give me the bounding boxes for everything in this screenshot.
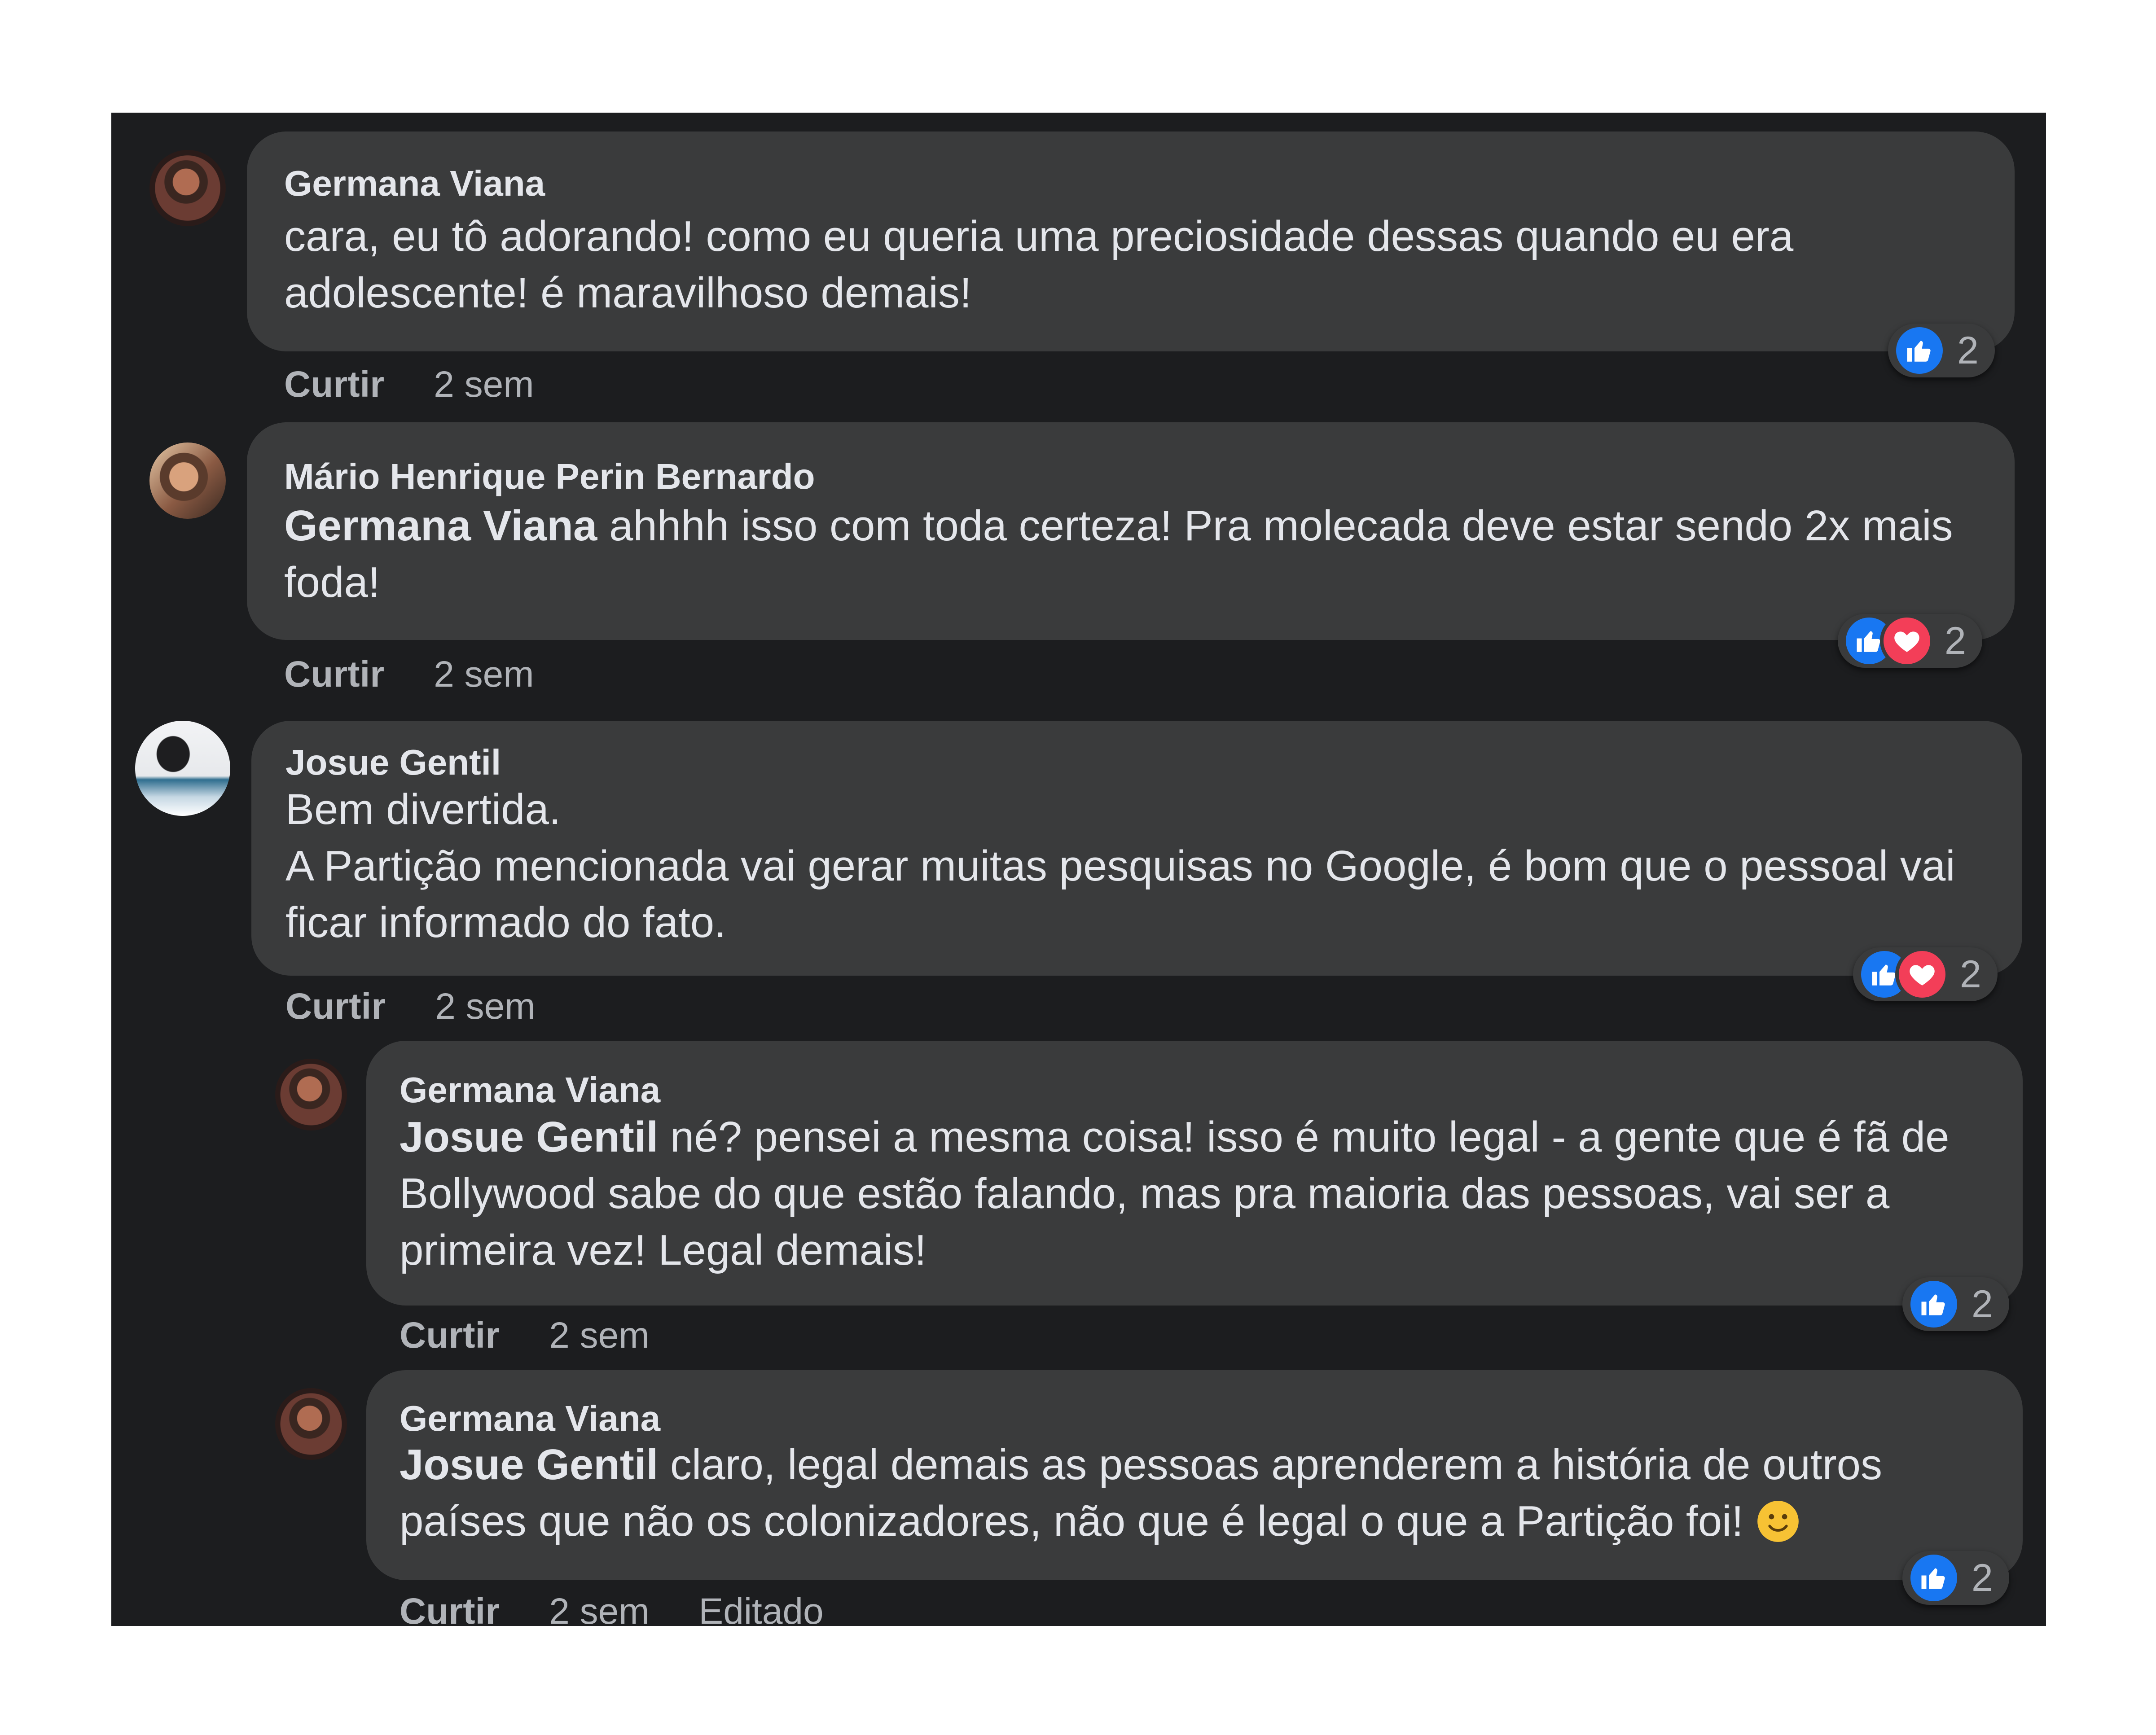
reaction-count: 2 — [1972, 1556, 1993, 1599]
comment-text: cara, eu tô adorando! como eu queria uma… — [284, 212, 1794, 317]
like-button[interactable]: Curtir — [284, 364, 384, 406]
timestamp[interactable]: 2 sem — [434, 364, 534, 406]
comment-author[interactable]: Mário Henrique Perin Bernardo — [284, 455, 815, 498]
comment-text: Josue Gentil claro, legal demais as pess… — [400, 1441, 1882, 1545]
reaction-summary[interactable]: 2 — [1888, 324, 1995, 377]
comment-actions: Curtir 2 sem — [284, 652, 534, 697]
timestamp[interactable]: 2 sem — [549, 1590, 649, 1626]
reaction-summary[interactable]: 2 — [1838, 614, 1982, 668]
edited-label[interactable]: Editado — [699, 1590, 824, 1626]
comment-author[interactable]: Germana Viana — [284, 162, 545, 205]
reaction-count: 2 — [1972, 1282, 1993, 1326]
avatar-mario-henrique[interactable] — [149, 443, 226, 519]
comment-actions: Curtir 2 sem Editado — [400, 1589, 824, 1626]
comment-actions: Curtir 2 sem — [400, 1313, 650, 1358]
timestamp[interactable]: 2 sem — [435, 986, 535, 1028]
avatar-germana-viana[interactable] — [275, 1388, 347, 1460]
comment-line: A Partição mencionada vai gerar muitas p… — [285, 842, 1955, 946]
comments-panel: Germana Viana cara, eu tô adorando! como… — [111, 113, 2046, 1626]
like-button[interactable]: Curtir — [400, 1590, 500, 1626]
love-icon — [1895, 947, 1949, 1001]
avatar-josue-gentil[interactable] — [135, 721, 230, 816]
timestamp[interactable]: 2 sem — [434, 653, 534, 696]
reaction-summary[interactable]: 2 — [1902, 1551, 2009, 1605]
comment-text: Germana Viana ahhhh isso com toda certez… — [284, 502, 1953, 606]
like-icon — [1893, 324, 1946, 377]
mention-link[interactable]: Josue Gentil — [400, 1441, 658, 1489]
reaction-summary[interactable]: 2 — [1902, 1277, 2009, 1331]
love-icon — [1880, 614, 1934, 668]
mention-link[interactable]: Josue Gentil — [400, 1113, 658, 1161]
comment-text: Josue Gentil né? pensei a mesma coisa! i… — [400, 1113, 1950, 1274]
comment-author[interactable]: Germana Viana — [400, 1069, 660, 1112]
slightly-smiling-face-icon — [1756, 1499, 1800, 1544]
comment-line: Bem divertida. — [285, 785, 561, 833]
like-icon — [1907, 1277, 1961, 1331]
reaction-summary[interactable]: 2 — [1853, 947, 1998, 1001]
comment-author[interactable]: Josue Gentil — [285, 741, 501, 784]
reaction-count: 2 — [1960, 952, 1981, 996]
avatar-germana-viana[interactable] — [275, 1059, 347, 1130]
mention-link[interactable]: Germana Viana — [284, 502, 597, 550]
like-button[interactable]: Curtir — [400, 1314, 500, 1357]
reaction-count: 2 — [1945, 619, 1966, 662]
timestamp[interactable]: 2 sem — [549, 1314, 649, 1357]
reaction-count: 2 — [1957, 329, 1979, 372]
comment-author[interactable]: Germana Viana — [400, 1397, 660, 1440]
comment-text: Bem divertida. A Partição mencionada vai… — [285, 781, 1991, 951]
like-icon — [1907, 1551, 1961, 1605]
comment-actions: Curtir 2 sem — [285, 984, 536, 1029]
like-button[interactable]: Curtir — [284, 653, 384, 696]
like-button[interactable]: Curtir — [285, 986, 386, 1028]
avatar-germana-viana[interactable] — [149, 150, 226, 226]
comment-actions: Curtir 2 sem — [284, 362, 534, 407]
